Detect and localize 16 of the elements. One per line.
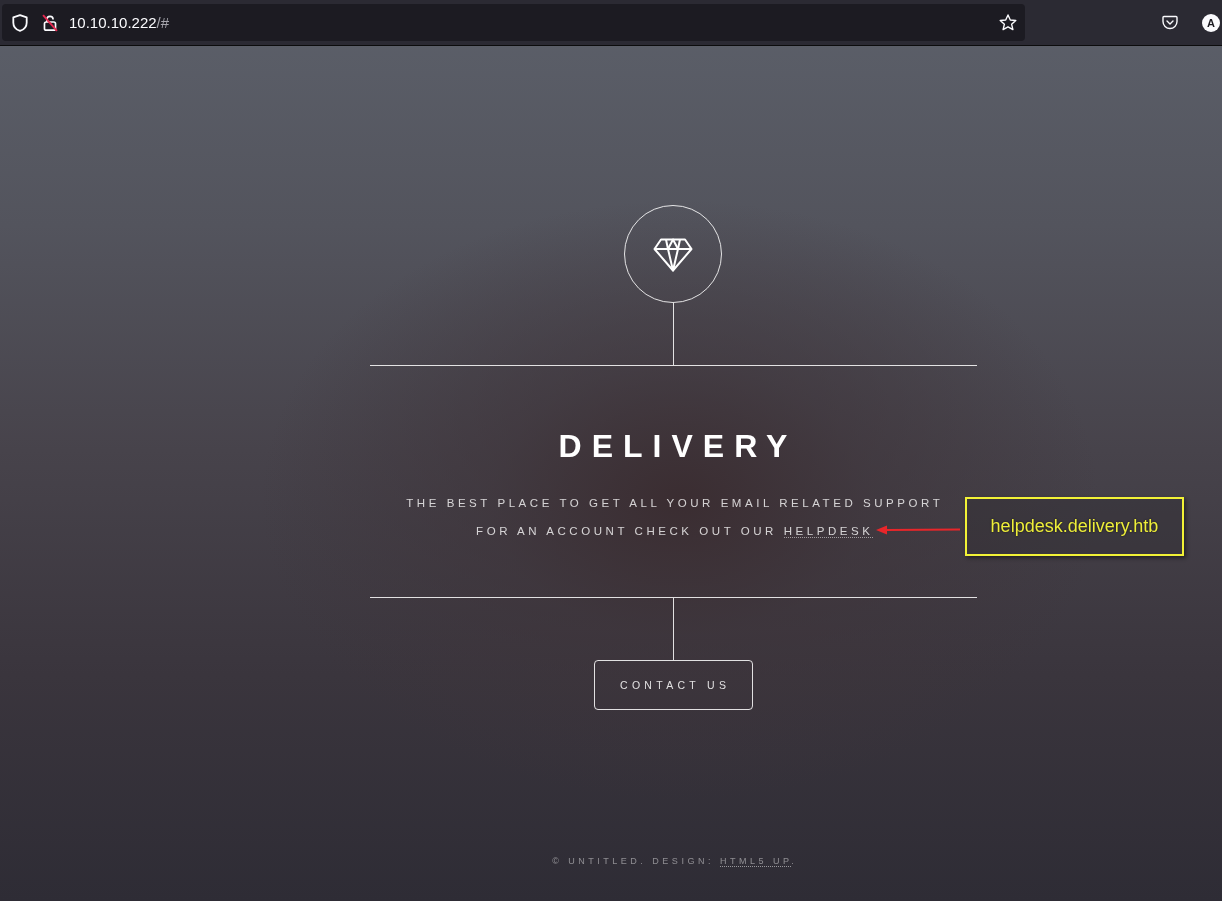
bookmark-star-icon[interactable] — [999, 14, 1017, 31]
address-bar[interactable]: 10.10.10.222/# — [2, 4, 1025, 41]
crossed-lock-icon[interactable] — [42, 13, 58, 32]
shield-icon[interactable] — [12, 13, 28, 32]
tagline-text: THE BEST PLACE TO GET ALL YOUR EMAIL RELATED SUPPORT — [405, 496, 944, 511]
contact-us-button[interactable]: CONTACT US — [593, 660, 753, 710]
pocket-icon[interactable] — [1162, 15, 1178, 30]
footer-credit: © UNTITLED. DESIGN: HTML5 UP. — [551, 855, 798, 869]
tagline-text: FOR AN ACCOUNT CHECK OUT OUR HELPDESK — [475, 524, 874, 540]
annotation-callout: helpdesk.delivery.htb — [965, 497, 1184, 556]
account-avatar-button[interactable]: A — [1202, 13, 1220, 32]
helpdesk-link[interactable]: HELPDESK — [783, 525, 874, 538]
url-text[interactable]: 10.10.10.222/# — [69, 12, 170, 33]
site-title: DELIVERY — [557, 427, 798, 466]
diamond-icon — [653, 238, 693, 272]
footer-link[interactable]: HTML5 UP — [719, 856, 792, 867]
